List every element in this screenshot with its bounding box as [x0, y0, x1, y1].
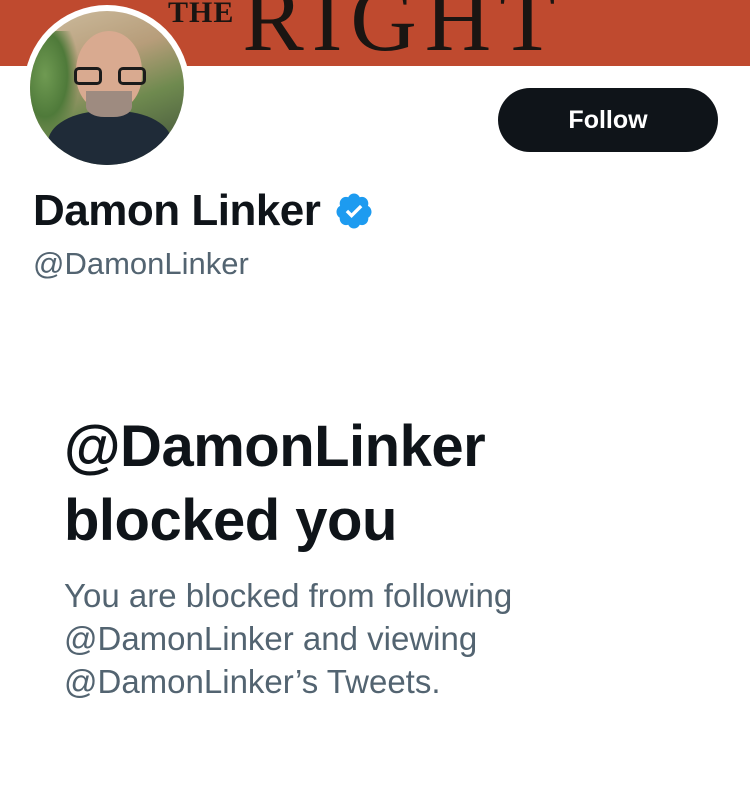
follow-button[interactable]: Follow: [498, 88, 718, 152]
avatar-photo: [30, 11, 184, 165]
banner-big-text: RIGHT: [242, 0, 564, 66]
blocked-heading: @DamonLinker blocked you: [64, 410, 704, 558]
avatar-shirt: [48, 111, 172, 165]
blocked-heading-line1: @DamonLinker: [64, 414, 486, 479]
avatar-beard: [86, 91, 132, 117]
blocked-desc-line3: @DamonLinker’s Tweets.: [64, 663, 441, 700]
banner-title: THERIGHT: [168, 0, 563, 66]
profile-name-row: Damon Linker: [33, 186, 374, 236]
banner-small-text: THE: [168, 0, 235, 29]
blocked-description: You are blocked from following @DamonLin…: [64, 574, 684, 703]
profile-handle: @DamonLinker: [33, 246, 249, 281]
avatar[interactable]: [24, 5, 190, 171]
blocked-desc-line1: You are blocked from following: [64, 577, 513, 614]
display-name: Damon Linker: [33, 186, 321, 235]
avatar-glasses: [74, 67, 148, 85]
verified-badge-icon[interactable]: [334, 191, 374, 231]
blocked-heading-line2: blocked you: [64, 488, 397, 553]
blocked-desc-line2: @DamonLinker and viewing: [64, 620, 478, 657]
